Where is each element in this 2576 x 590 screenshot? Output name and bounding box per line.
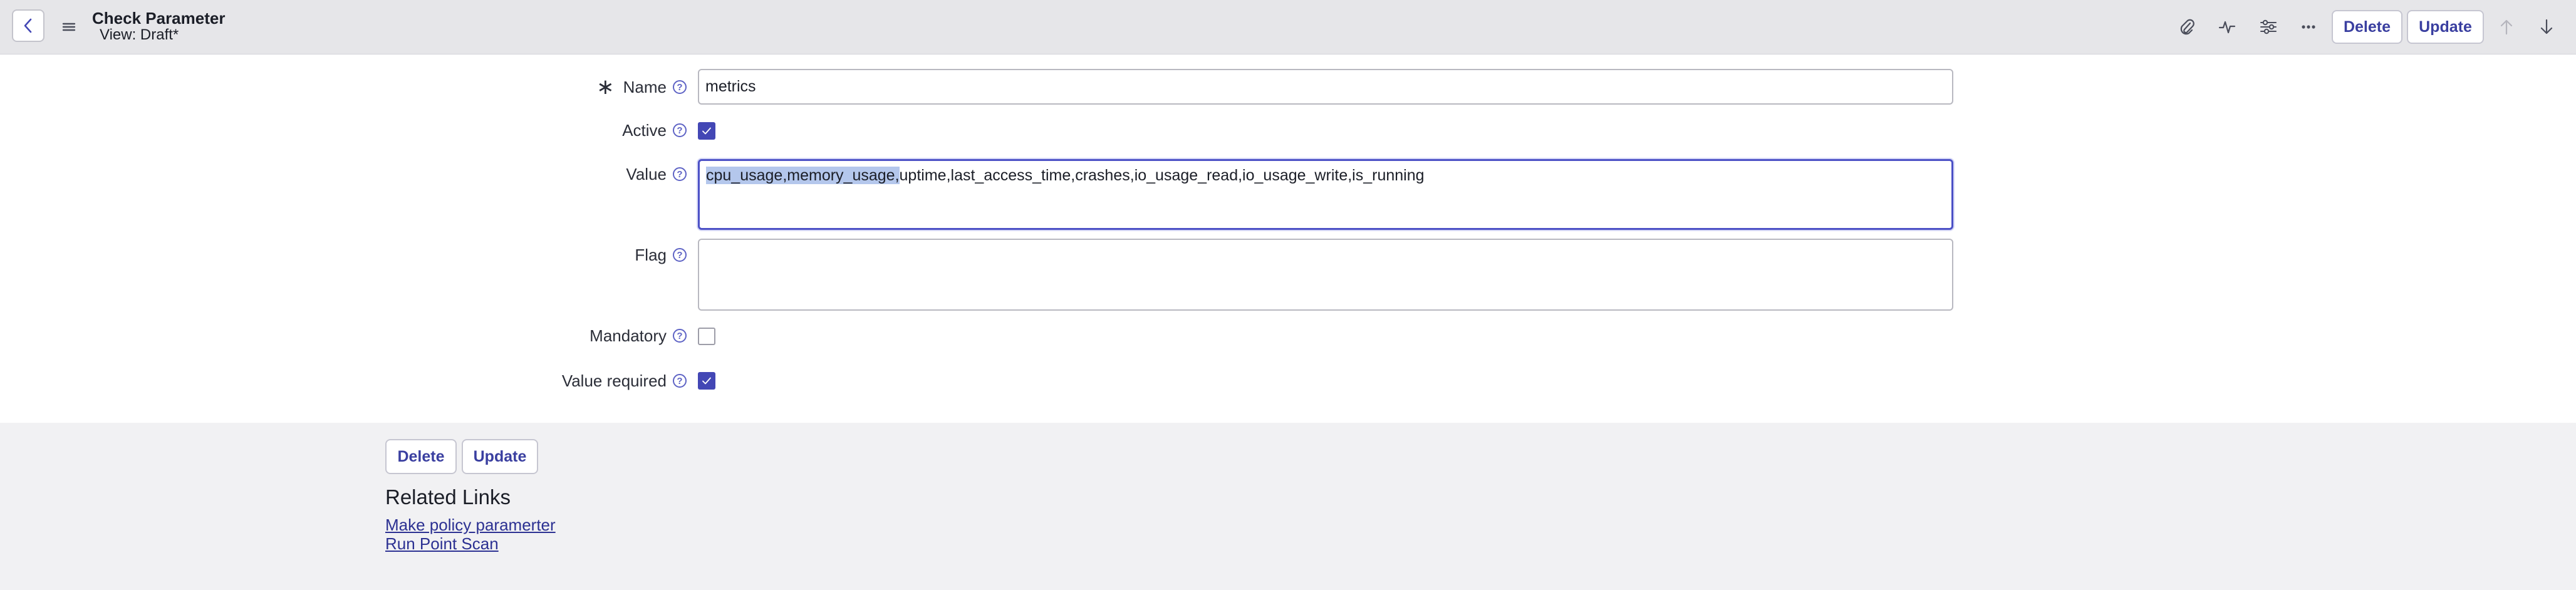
more-options-icon[interactable] — [2298, 16, 2319, 38]
selected-text: cpu_usage,memory_usage, — [706, 167, 900, 184]
paperclip-icon[interactable] — [2176, 16, 2198, 38]
arrow-down-icon[interactable] — [2536, 16, 2557, 38]
checkmark-icon — [702, 127, 711, 135]
link-run-point-scan[interactable]: Run Point Scan — [385, 534, 499, 554]
name-input[interactable]: metrics — [698, 69, 1953, 105]
view-label: View: Draft* — [100, 26, 179, 43]
settings-sliders-icon[interactable] — [2258, 16, 2279, 38]
activity-pulse-icon[interactable] — [2216, 16, 2238, 38]
form-header: Check Parameter View: Draft* Delete Upda… — [0, 0, 2576, 54]
help-icon[interactable]: ? — [673, 123, 687, 137]
footer-update-button[interactable]: Update — [462, 439, 538, 474]
page-title: Check Parameter — [92, 9, 226, 28]
chevron-left-icon — [24, 18, 32, 33]
name-value: metrics — [705, 78, 756, 95]
name-label: Name — [623, 77, 667, 96]
value-textarea[interactable]: cpu_usage,memory_usage,uptime,last_acces… — [698, 159, 1953, 230]
value-label: Value — [626, 164, 667, 184]
link-make-policy-parameter[interactable]: Make policy paramerter — [385, 515, 556, 535]
help-icon[interactable]: ? — [673, 167, 687, 181]
required-asterisk-icon: ∗ — [596, 75, 615, 99]
related-links-heading: Related Links — [385, 485, 511, 509]
back-button[interactable] — [12, 9, 44, 42]
flag-label: Flag — [635, 245, 667, 264]
help-icon[interactable]: ? — [673, 329, 687, 343]
title-block: Check Parameter View: Draft* — [92, 9, 225, 43]
mandatory-checkbox[interactable] — [698, 328, 715, 345]
active-label-row: Active ? — [622, 120, 687, 140]
header-delete-button[interactable]: Delete — [2332, 10, 2402, 44]
help-icon[interactable]: ? — [673, 248, 687, 262]
value-required-label: Value required — [561, 371, 667, 390]
footer-delete-button[interactable]: Delete — [385, 439, 457, 474]
name-label-row: ∗ Name ? — [596, 75, 687, 99]
flag-label-row: Flag ? — [635, 245, 687, 265]
value-label-row: Value ? — [626, 164, 687, 184]
mandatory-label: Mandatory — [589, 326, 667, 345]
value-required-checkbox[interactable] — [698, 372, 715, 390]
flag-textarea[interactable] — [698, 239, 1953, 311]
mandatory-label-row: Mandatory ? — [589, 326, 687, 346]
active-checkbox[interactable] — [698, 122, 715, 140]
checkmark-icon — [702, 377, 711, 385]
form-footer: Delete Update Related Links Make policy … — [0, 423, 2576, 590]
unselected-text: uptime,last_access_time,crashes,io_usage… — [899, 167, 1425, 184]
form-body: ∗ Name ? metrics Active ? Value ? cpu_us… — [0, 54, 2576, 423]
help-icon[interactable]: ? — [673, 374, 687, 388]
value-text: cpu_usage,memory_usage,uptime,last_acces… — [706, 167, 1425, 185]
arrow-up-icon[interactable] — [2496, 16, 2517, 38]
hamburger-menu-icon[interactable] — [61, 19, 77, 34]
value-required-label-row: Value required ? — [562, 371, 687, 391]
header-update-button[interactable]: Update — [2407, 10, 2484, 44]
help-icon[interactable]: ? — [673, 80, 687, 94]
active-label: Active — [622, 120, 667, 140]
